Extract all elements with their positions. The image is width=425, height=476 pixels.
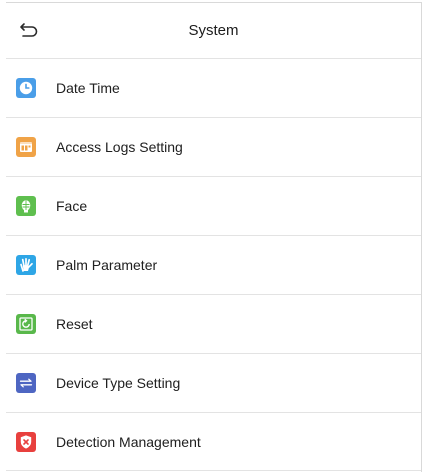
shield-icon: [16, 431, 36, 452]
palm-icon: [16, 255, 36, 275]
menu-item-access-logs-setting[interactable]: Access Logs Setting: [6, 118, 421, 177]
log-record-icon: [16, 137, 36, 157]
header-bar: System: [6, 3, 421, 59]
back-button[interactable]: [14, 17, 44, 43]
menu-item-device-type-setting[interactable]: Device Type Setting: [6, 354, 421, 413]
system-screen: System Date Time Access Logs Setting Fac…: [6, 2, 422, 472]
menu-item-date-time[interactable]: Date Time: [6, 59, 421, 118]
page-title: System: [188, 22, 239, 39]
menu-item-label: Palm Parameter: [56, 257, 158, 273]
reset-icon: [16, 314, 36, 334]
back-arrow-icon: [20, 23, 38, 37]
menu-item-label: Device Type Setting: [56, 375, 181, 391]
menu-item-label: Face: [56, 198, 88, 214]
menu-item-label: Reset: [56, 316, 93, 332]
menu-item-label: Access Logs Setting: [56, 139, 183, 155]
face-icon: [16, 196, 36, 216]
menu-item-detection-management[interactable]: Detection Management: [6, 413, 421, 471]
menu-item-face[interactable]: Face: [6, 177, 421, 236]
clock-icon: [16, 78, 36, 98]
device-type-icon: [16, 373, 36, 393]
menu-item-palm-parameter[interactable]: Palm Parameter: [6, 236, 421, 295]
system-menu: Date Time Access Logs Setting Face Palm …: [6, 59, 421, 471]
menu-item-reset[interactable]: Reset: [6, 295, 421, 354]
menu-item-label: Detection Management: [56, 433, 201, 450]
menu-item-label: Date Time: [56, 80, 120, 96]
